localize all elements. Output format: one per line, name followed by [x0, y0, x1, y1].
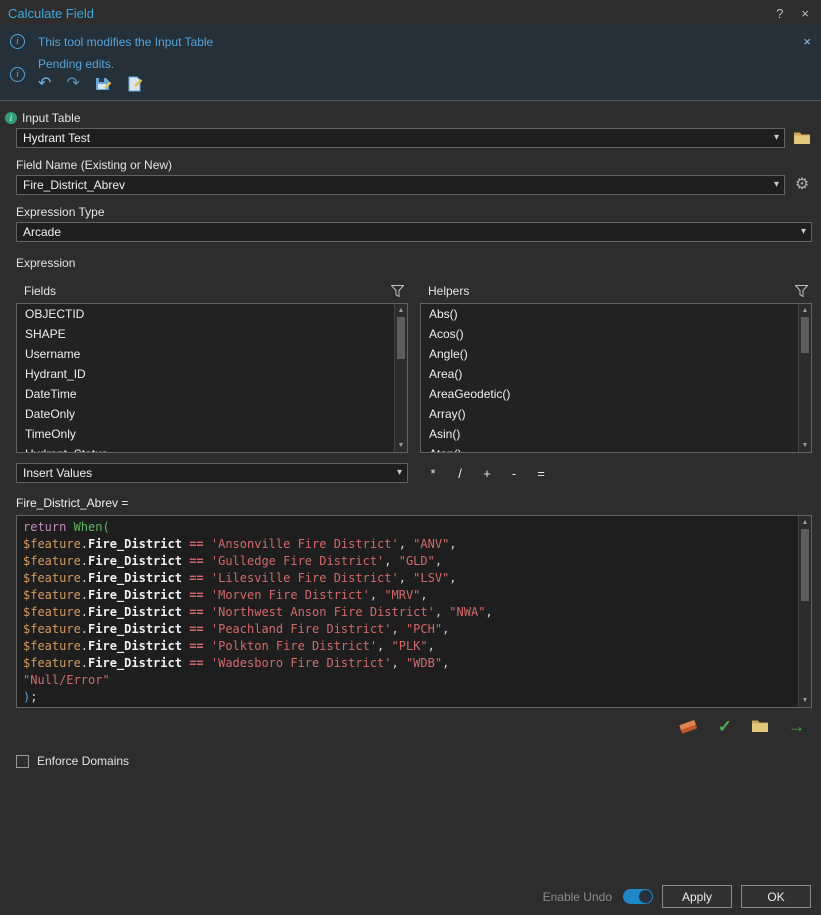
- code-scrollbar[interactable]: ▲ ▼: [798, 516, 811, 707]
- insert-values-combobox[interactable]: Insert Values ▾: [16, 463, 408, 483]
- fields-panel: Fields OBJECTID SHAPE Username Hydrant_ID Da…: [16, 284, 408, 453]
- helpers-list[interactable]: Abs() Acos() Angle() Area() AreaGeodetic() Ar…: [420, 303, 812, 453]
- scroll-up-icon[interactable]: ▲: [799, 519, 811, 526]
- enforce-domains-checkbox[interactable]: [16, 754, 29, 768]
- window-close-icon[interactable]: ×: [801, 6, 809, 21]
- list-item[interactable]: Atan(): [421, 444, 798, 452]
- operator-button[interactable]: *: [424, 464, 442, 482]
- window-title: Calculate Field: [8, 5, 94, 21]
- expression-type-combobox[interactable]: Arcade ▾: [16, 222, 812, 242]
- chevron-down-icon: ▾: [773, 132, 779, 143]
- input-table-value: Hydrant Test: [23, 131, 91, 145]
- list-item[interactable]: Hydrant_Status: [17, 444, 394, 452]
- undo-icon[interactable]: ↶: [38, 76, 51, 92]
- scroll-down-icon[interactable]: ▼: [395, 442, 407, 449]
- enforce-domains-label: Enforce Domains: [37, 754, 130, 768]
- redo-icon[interactable]: ↷: [66, 76, 79, 92]
- scroll-up-icon[interactable]: ▲: [395, 307, 407, 314]
- chevron-down-icon: ▾: [800, 226, 806, 237]
- expression-type-value: Arcade: [23, 225, 62, 239]
- helpers-panel: Helpers Abs() Acos() Angle() Area() AreaGeod…: [420, 284, 812, 453]
- eraser-icon[interactable]: [679, 718, 699, 734]
- fields-list[interactable]: OBJECTID SHAPE Username Hydrant_ID DateTime D…: [16, 303, 408, 453]
- chevron-down-icon: ▾: [773, 179, 779, 190]
- export-arrow-icon[interactable]: →: [788, 718, 805, 735]
- code-editor-content: return When($feature.Fire_District == 'A…: [23, 520, 493, 704]
- operator-button[interactable]: /: [451, 464, 469, 482]
- field-name-label-row: Field Name (Existing or New): [16, 158, 805, 172]
- input-table-label: Input Table: [22, 111, 81, 125]
- gear-icon[interactable]: ⚙: [792, 177, 812, 193]
- list-item[interactable]: SHAPE: [17, 324, 394, 344]
- list-item[interactable]: DateTime: [17, 384, 394, 404]
- expression-heading: Fire_District_Abrev =: [16, 496, 129, 510]
- fields-scrollbar[interactable]: ▲ ▼: [394, 304, 407, 452]
- list-item[interactable]: Array(): [421, 404, 798, 424]
- list-item[interactable]: Hydrant_ID: [17, 364, 394, 384]
- import-folder-icon[interactable]: [751, 719, 769, 733]
- info-icon: i: [10, 67, 25, 82]
- field-name-label: Field Name (Existing or New): [16, 158, 173, 172]
- pending-edits-message: Pending edits.: [38, 57, 115, 71]
- apply-button[interactable]: Apply: [662, 885, 732, 908]
- list-item[interactable]: Area(): [421, 364, 798, 384]
- pending-edits-banner: i Pending edits. ↶ ↷: [0, 53, 821, 96]
- help-icon[interactable]: ?: [776, 6, 783, 21]
- field-name-combobox[interactable]: Fire_District_Abrev ▾: [16, 175, 785, 195]
- toggle-knob: [639, 890, 652, 903]
- expression-type-label: Expression Type: [16, 205, 105, 219]
- message-banner-area: i This tool modifies the Input Table × i…: [0, 24, 821, 101]
- helpers-panel-label: Helpers: [428, 284, 470, 298]
- field-name-value: Fire_District_Abrev: [23, 178, 126, 192]
- list-item[interactable]: TimeOnly: [17, 424, 394, 444]
- banner-message: This tool modifies the Input Table: [38, 34, 214, 49]
- filter-icon[interactable]: [795, 285, 808, 297]
- scroll-down-icon[interactable]: ▼: [799, 442, 811, 449]
- scroll-down-icon[interactable]: ▼: [799, 697, 811, 704]
- filter-icon[interactable]: [391, 285, 404, 297]
- expression-section-label-row: Expression: [16, 256, 805, 270]
- helpers-scrollbar[interactable]: ▲ ▼: [798, 304, 811, 452]
- ok-button[interactable]: OK: [741, 885, 811, 908]
- list-item[interactable]: Acos(): [421, 324, 798, 344]
- list-item[interactable]: Username: [17, 344, 394, 364]
- expression-type-label-row: Expression Type: [16, 205, 805, 219]
- chevron-down-icon: ▾: [396, 467, 402, 478]
- enable-undo-toggle[interactable]: [623, 889, 653, 904]
- modifies-input-banner: i This tool modifies the Input Table ×: [0, 28, 821, 53]
- info-icon: i: [10, 34, 25, 49]
- footer-bar: Enable Undo Apply OK: [543, 885, 811, 908]
- enforce-domains-row: Enforce Domains: [16, 754, 821, 768]
- fields-panel-label: Fields: [24, 284, 57, 298]
- list-item[interactable]: Abs(): [421, 304, 798, 324]
- expression-toolbar: ✓ →: [0, 716, 805, 736]
- param-info-icon: i: [5, 112, 17, 124]
- operator-button[interactable]: -: [505, 464, 523, 482]
- fields-list-items: OBJECTID SHAPE Username Hydrant_ID DateTime D…: [17, 304, 394, 452]
- list-item[interactable]: Asin(): [421, 424, 798, 444]
- list-item[interactable]: Angle(): [421, 344, 798, 364]
- list-item[interactable]: AreaGeodetic(): [421, 384, 798, 404]
- operator-button[interactable]: =: [532, 464, 550, 482]
- helpers-list-items: Abs() Acos() Angle() Area() AreaGeodetic() Ar…: [421, 304, 798, 452]
- input-table-label-row: i Input Table: [5, 111, 805, 125]
- save-edits-icon[interactable]: [95, 76, 112, 92]
- operator-buttons: * / + - =: [424, 464, 550, 482]
- scroll-up-icon[interactable]: ▲: [799, 307, 811, 314]
- expression-code-editor[interactable]: return When($feature.Fire_District == 'A…: [16, 515, 812, 708]
- list-item[interactable]: DateOnly: [17, 404, 394, 424]
- list-item[interactable]: OBJECTID: [17, 304, 394, 324]
- expression-section-label: Expression: [16, 256, 76, 270]
- discard-edits-icon[interactable]: [127, 76, 144, 92]
- insert-values-label: Insert Values: [23, 466, 93, 480]
- verify-check-icon[interactable]: ✓: [718, 718, 732, 735]
- title-bar: Calculate Field ? ×: [0, 0, 821, 24]
- operator-button[interactable]: +: [478, 464, 496, 482]
- enable-undo-label: Enable Undo: [542, 889, 612, 904]
- banner-close-icon[interactable]: ×: [803, 34, 811, 49]
- input-table-combobox[interactable]: Hydrant Test ▾: [16, 128, 785, 148]
- browse-folder-icon[interactable]: [792, 131, 812, 145]
